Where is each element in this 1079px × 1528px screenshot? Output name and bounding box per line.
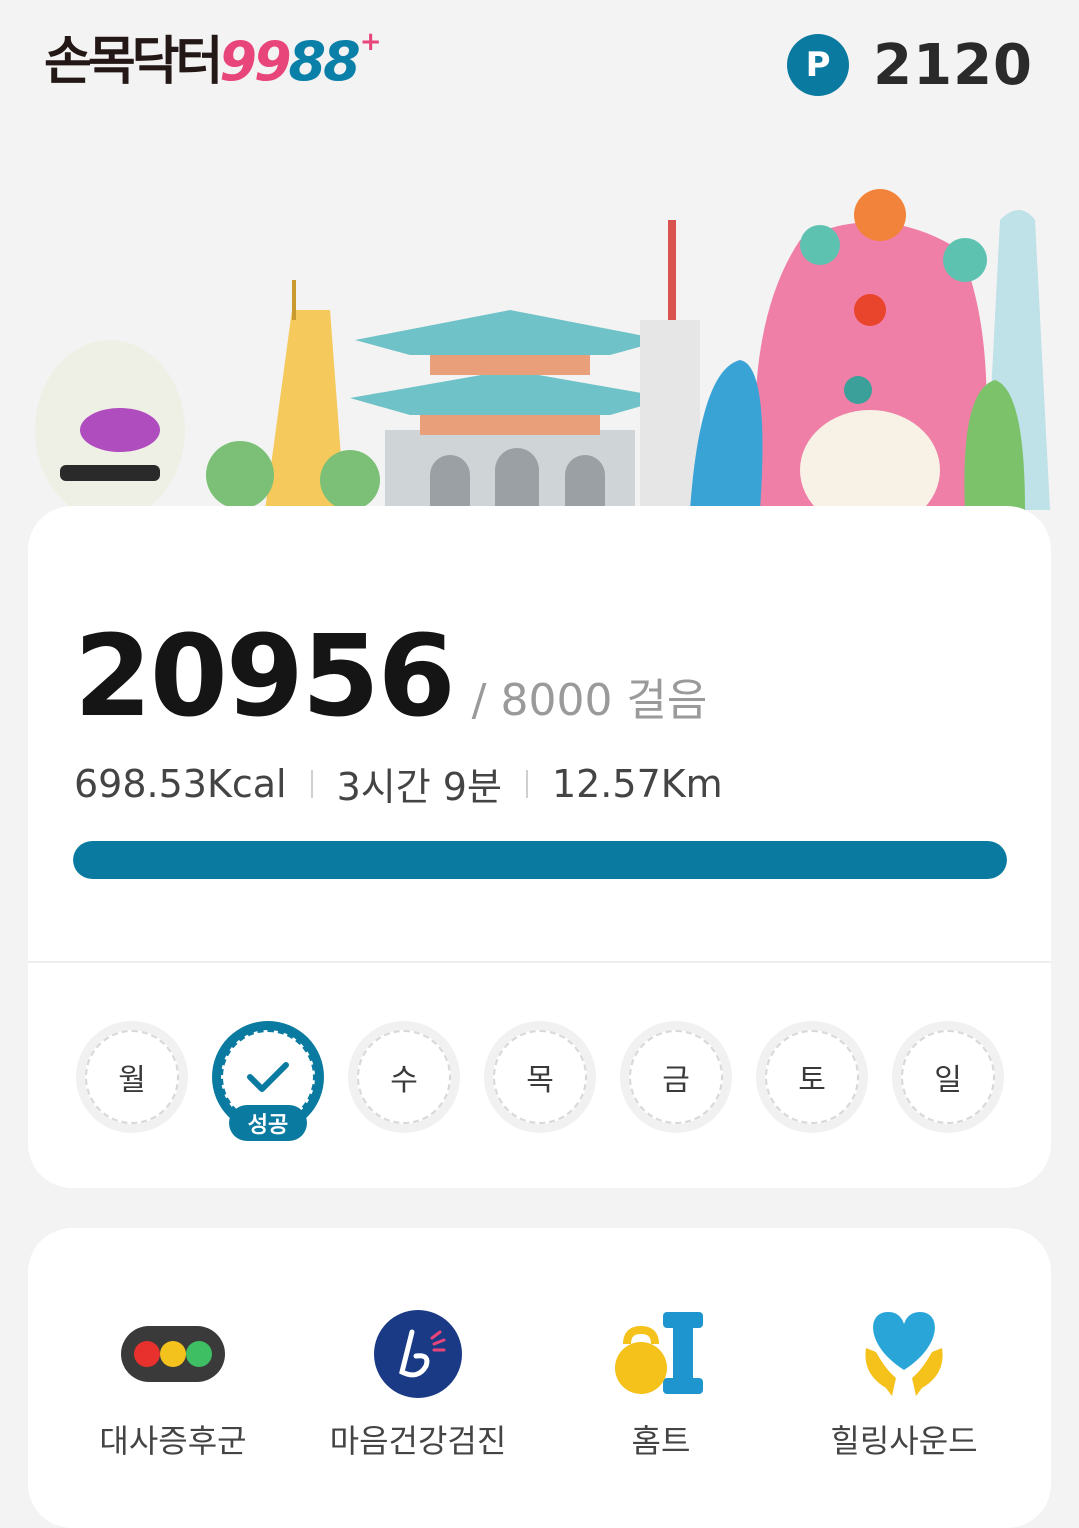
calories-value: 698.53Kcal [74,761,287,806]
day-1[interactable]: 월 [76,1021,188,1133]
points-value: 2120 [873,32,1033,98]
step-progress-fill [73,841,1007,879]
menu-home-training[interactable]: 홈트 [551,1294,771,1494]
day-6[interactable]: 토 [756,1021,868,1133]
day-7[interactable]: 일 [892,1021,1004,1133]
step-summary-card[interactable]: 20956 / 8000 걸음 698.53Kcal 3시간 9분 12.57K… [28,506,1051,1188]
menu-label: 홈트 [631,1422,691,1460]
menu-healing-sound[interactable]: 힐링사운드 [794,1294,1014,1494]
day-5[interactable]: 금 [620,1021,732,1133]
feature-menu: 대사증후군 마음건강검진 홈트 힐링사운드 [28,1228,1051,1528]
day-4[interactable]: 목 [484,1021,596,1133]
day-label: 금 [629,1030,723,1124]
step-goal: / 8000 걸음 [471,675,708,726]
card-divider [28,961,1051,963]
day-label: 일 [901,1030,995,1124]
day-2[interactable]: 성공 [212,1021,324,1141]
step-count-row: 20956 / 8000 걸음 [74,612,707,742]
logo-text: 손목닥터 [44,32,223,92]
traffic-light-icon [118,1304,228,1404]
heart-hands-icon [849,1304,959,1404]
app-header: 손목닥터 9988 + P 2120 [0,0,1079,130]
step-progress-bar [73,841,1007,879]
logo-digits: 9988 [219,30,360,93]
app-logo: 손목닥터 9988 + [44,22,381,102]
day-label: 월 [85,1030,179,1124]
points-icon: P [787,34,850,96]
distance-value: 12.57Km [551,761,723,806]
day-label: 토 [765,1030,859,1124]
step-count: 20956 [74,612,456,742]
success-badge: 성공 [229,1105,307,1141]
stat-divider [310,769,313,798]
menu-label: 대사증후군 [99,1422,247,1460]
activity-stats: 698.53Kcal 3시간 9분 12.57Km [74,756,723,811]
stat-divider [525,769,528,798]
logo-plus: + [359,27,382,57]
menu-label: 마음건강검진 [329,1422,507,1460]
menu-label: 힐링사운드 [830,1422,978,1460]
points-display[interactable]: P 2120 [787,30,1033,100]
kettlebell-dumbbell-icon [606,1304,716,1404]
hero-illustration [0,180,1079,550]
duration-value: 3시간 9분 [336,765,502,809]
mind-b-icon [363,1304,473,1404]
menu-mental-health[interactable]: 마음건강검진 [308,1294,528,1494]
menu-metabolic-syndrome[interactable]: 대사증후군 [63,1294,283,1494]
day-3[interactable]: 수 [348,1021,460,1133]
day-label: 목 [493,1030,587,1124]
day-label: 수 [357,1030,451,1124]
weekly-days: 월성공 수 목 금 토 일 [76,1021,1006,1161]
